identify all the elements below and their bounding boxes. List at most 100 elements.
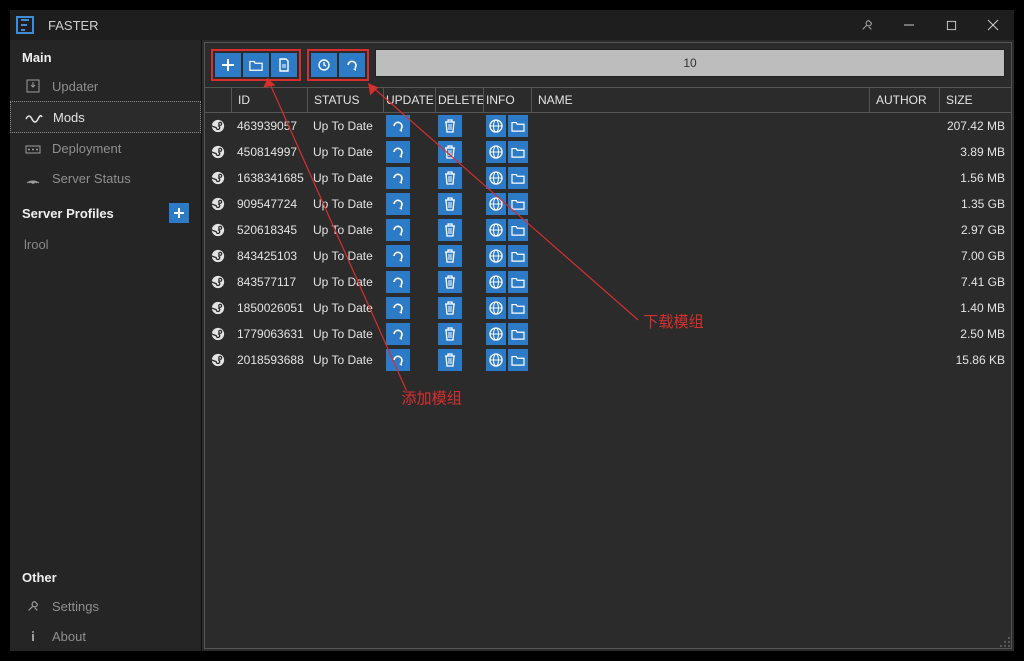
row-web-button[interactable]	[486, 141, 506, 163]
toolbar-group-refresh	[307, 49, 369, 81]
row-delete-button[interactable]	[438, 219, 462, 241]
row-delete-button[interactable]	[438, 271, 462, 293]
col-update[interactable]: UPDATE	[383, 88, 435, 112]
cell-size: 2.97 GB	[939, 223, 1011, 237]
row-delete-button[interactable]	[438, 297, 462, 319]
sidebar-item-settings[interactable]: Settings	[10, 591, 201, 621]
table-row[interactable]: 520618345Up To Date2.97 GB	[205, 217, 1011, 243]
row-delete-button[interactable]	[438, 245, 462, 267]
cell-id: 909547724	[231, 197, 307, 211]
row-update-button[interactable]	[386, 219, 410, 241]
tools-icon[interactable]	[846, 10, 888, 40]
table-row[interactable]: 843425103Up To Date7.00 GB	[205, 243, 1011, 269]
row-folder-button[interactable]	[508, 323, 528, 345]
table-row[interactable]: 843577117Up To Date7.41 GB	[205, 269, 1011, 295]
cell-size: 1.40 MB	[939, 301, 1011, 315]
cell-id: 843425103	[231, 249, 307, 263]
row-web-button[interactable]	[486, 297, 506, 319]
mods-icon	[25, 108, 43, 126]
cell-status: Up To Date	[307, 171, 383, 185]
sidebar-item-label: About	[52, 629, 86, 644]
row-web-button[interactable]	[486, 271, 506, 293]
row-delete-button[interactable]	[438, 349, 462, 371]
import-file-button[interactable]	[271, 53, 297, 77]
row-update-button[interactable]	[386, 167, 410, 189]
row-folder-button[interactable]	[508, 115, 528, 137]
row-update-button[interactable]	[386, 245, 410, 267]
sidebar-item-about[interactable]: About	[10, 621, 201, 651]
row-folder-button[interactable]	[508, 297, 528, 319]
profile-item[interactable]: lrool	[22, 233, 189, 256]
close-button[interactable]	[972, 10, 1014, 40]
cell-status: Up To Date	[307, 327, 383, 341]
resize-grip-icon[interactable]	[998, 635, 1012, 649]
row-folder-button[interactable]	[508, 193, 528, 215]
row-web-button[interactable]	[486, 323, 506, 345]
add-profile-button[interactable]	[169, 203, 189, 223]
row-folder-button[interactable]	[508, 167, 528, 189]
row-web-button[interactable]	[486, 219, 506, 241]
sidebar-section-profiles: Server Profiles	[22, 206, 114, 221]
table-body: 463939057Up To Date207.42 MB450814997Up …	[205, 113, 1011, 648]
table-row[interactable]: 2018593688Up To Date15.86 KB	[205, 347, 1011, 373]
minimize-button[interactable]	[888, 10, 930, 40]
table-row[interactable]: 463939057Up To Date207.42 MB	[205, 113, 1011, 139]
row-web-button[interactable]	[486, 167, 506, 189]
steam-icon	[205, 300, 231, 316]
check-updates-button[interactable]	[311, 53, 337, 77]
sidebar-item-mods[interactable]: Mods	[10, 101, 201, 133]
row-update-button[interactable]	[386, 297, 410, 319]
search-input[interactable]: 10	[375, 49, 1005, 77]
col-info[interactable]: INFO	[483, 88, 531, 112]
cell-id: 1850026051	[231, 301, 307, 315]
row-update-button[interactable]	[386, 323, 410, 345]
toolbar-group-add	[211, 49, 301, 81]
maximize-button[interactable]	[930, 10, 972, 40]
sidebar-item-server-status[interactable]: Server Status	[10, 163, 201, 193]
row-web-button[interactable]	[486, 349, 506, 371]
col-delete[interactable]: DELETE	[435, 88, 483, 112]
sidebar-section-other: Other	[10, 560, 201, 591]
col-status[interactable]: STATUS	[307, 88, 383, 112]
cell-status: Up To Date	[307, 145, 383, 159]
table-row[interactable]: 1850026051Up To Date 1.40 MB	[205, 295, 1011, 321]
row-delete-button[interactable]	[438, 115, 462, 137]
row-folder-button[interactable]	[508, 219, 528, 241]
table-row[interactable]: 909547724Up To Date1.35 GB	[205, 191, 1011, 217]
col-size[interactable]: SIZE	[939, 88, 1011, 112]
row-delete-button[interactable]	[438, 323, 462, 345]
row-web-button[interactable]	[486, 193, 506, 215]
row-update-button[interactable]	[386, 193, 410, 215]
update-all-button[interactable]	[339, 53, 365, 77]
cell-size: 7.00 GB	[939, 249, 1011, 263]
row-web-button[interactable]	[486, 115, 506, 137]
row-delete-button[interactable]	[438, 167, 462, 189]
row-update-button[interactable]	[386, 349, 410, 371]
row-folder-button[interactable]	[508, 245, 528, 267]
row-delete-button[interactable]	[438, 141, 462, 163]
table-row[interactable]: 1638341685Up To Date1.56 MB	[205, 165, 1011, 191]
row-delete-button[interactable]	[438, 193, 462, 215]
row-folder-button[interactable]	[508, 271, 528, 293]
steam-icon	[205, 326, 231, 342]
sidebar-item-updater[interactable]: Updater	[10, 71, 201, 101]
col-name[interactable]: NAME	[531, 88, 869, 112]
row-folder-button[interactable]	[508, 349, 528, 371]
add-local-button[interactable]	[243, 53, 269, 77]
row-folder-button[interactable]	[508, 141, 528, 163]
cell-status: Up To Date	[307, 301, 383, 315]
table-row[interactable]: 1779063631Up To Date2.50 MB	[205, 321, 1011, 347]
row-update-button[interactable]	[386, 115, 410, 137]
cell-id: 843577117	[231, 275, 307, 289]
cell-size: 15.86 KB	[939, 353, 1011, 367]
row-update-button[interactable]	[386, 141, 410, 163]
row-update-button[interactable]	[386, 271, 410, 293]
table-row[interactable]: 450814997Up To Date3.89 MB	[205, 139, 1011, 165]
steam-icon	[205, 274, 231, 290]
sidebar-section-main: Main	[10, 40, 201, 71]
col-author[interactable]: AUTHOR	[869, 88, 939, 112]
row-web-button[interactable]	[486, 245, 506, 267]
add-mod-button[interactable]	[215, 53, 241, 77]
sidebar-item-deployment[interactable]: Deployment	[10, 133, 201, 163]
col-id[interactable]: ID	[231, 88, 307, 112]
